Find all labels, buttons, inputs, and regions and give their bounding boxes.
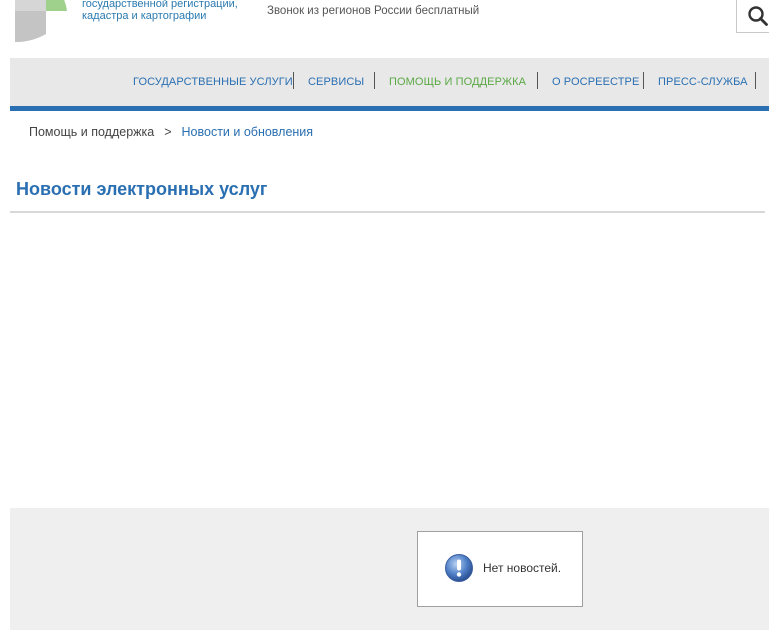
main-nav: ГОСУДАРСТВЕННЫЕ УСЛУГИ СЕРВИСЫ ПОМОЩЬ И … — [10, 58, 769, 106]
free-call-note: Звонок из регионов России бесплатный — [267, 5, 480, 17]
title-divider — [10, 211, 765, 213]
org-name-line-2: кадастра и картографии — [82, 10, 207, 22]
nav-divider — [643, 72, 644, 89]
no-news-text: Нет новостей. — [483, 561, 562, 575]
page: государственной регистрации, кадастра и … — [0, 0, 769, 636]
breadcrumb: Помощь и поддержка > Новости и обновления — [29, 125, 313, 139]
breadcrumb-separator: > — [164, 125, 172, 139]
nav-divider — [755, 72, 756, 89]
news-panel — [10, 508, 769, 630]
hotline-phone-clipped — [288, 0, 598, 2]
org-name-line-1: государственной регистрации, — [82, 0, 238, 10]
logo-icon[interactable] — [15, 0, 77, 42]
page-title: Новости электронных услуг — [16, 179, 268, 199]
nav-item-about[interactable]: О РОСРЕЕСТРЕ — [552, 76, 639, 88]
org-name: государственной регистрации, кадастра и … — [82, 0, 238, 22]
search-icon — [748, 6, 768, 26]
breadcrumb-parent[interactable]: Помощь и поддержка — [29, 125, 154, 139]
info-exclamation-icon — [445, 554, 473, 582]
nav-item-help-support[interactable]: ПОМОЩЬ И ПОДДЕРЖКА — [389, 76, 526, 88]
nav-item-gov-services[interactable]: ГОСУДАРСТВЕННЫЕ УСЛУГИ — [133, 76, 293, 88]
nav-item-press[interactable]: ПРЕСС-СЛУЖБА — [658, 76, 748, 88]
nav-divider — [537, 72, 538, 89]
nav-underline — [10, 106, 769, 111]
breadcrumb-current[interactable]: Новости и обновления — [182, 125, 314, 139]
search-button[interactable] — [736, 0, 769, 33]
nav-divider — [293, 72, 294, 89]
site-header: государственной регистрации, кадастра и … — [0, 0, 769, 58]
nav-divider — [374, 72, 375, 89]
nav-item-services[interactable]: СЕРВИСЫ — [308, 76, 364, 88]
no-news-notice: Нет новостей. — [417, 531, 583, 607]
